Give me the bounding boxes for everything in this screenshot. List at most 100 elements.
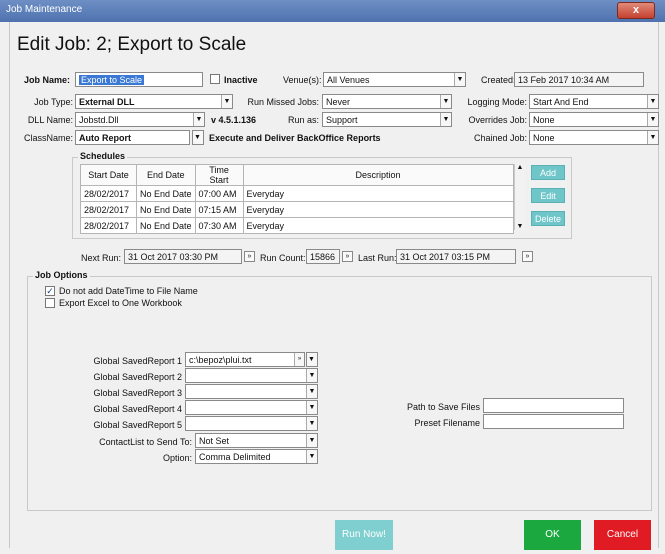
table-row[interactable]: 28/02/2017 No End Date 07:15 AM Everyday — [80, 201, 514, 218]
inactive-checkbox[interactable] — [210, 74, 220, 84]
job-options-title: Job Options — [33, 270, 90, 280]
cancel-button[interactable]: Cancel — [594, 520, 651, 550]
schedules-table: Start Date End Date Time Start Descripti… — [80, 164, 514, 234]
saved-report-1-dropdown[interactable]: ▼ — [306, 352, 318, 367]
run-now-button[interactable]: Run Now! — [335, 520, 393, 550]
logging-mode-value: Start And End — [533, 97, 589, 107]
chevron-down-icon: ▼ — [306, 434, 317, 447]
venues-value: All Venues — [327, 75, 370, 85]
run-count-field: 15866 — [306, 249, 340, 264]
overrides-job-value: None — [533, 115, 555, 125]
edit-schedule-button[interactable]: Edit — [531, 188, 565, 203]
next-run-picker-icon[interactable]: » — [244, 251, 255, 262]
ok-button[interactable]: OK — [524, 520, 581, 550]
no-datetime-checkbox[interactable]: ✓ — [45, 286, 55, 296]
table-row[interactable]: 28/02/2017 No End Date 07:30 AM Everyday — [80, 217, 514, 234]
chained-job-select[interactable]: None ▼ — [529, 130, 659, 145]
saved-report-1-value: c:\bepoz\plui.txt — [189, 355, 252, 365]
logging-mode-select[interactable]: Start And End ▼ — [529, 94, 659, 109]
close-button[interactable]: x — [617, 2, 655, 19]
last-run-field: 31 Oct 2017 03:15 PM — [396, 249, 516, 264]
chevron-down-icon: ▼ — [440, 95, 451, 108]
run-missed-label: Run Missed Jobs: — [247, 97, 319, 107]
next-run-label: Next Run: — [80, 253, 121, 263]
class-name-dropdown[interactable]: ▼ — [192, 130, 204, 145]
dll-name-label: DLL Name: — [27, 115, 73, 125]
chevron-down-icon: ▼ — [454, 73, 465, 86]
chained-job-label: Chained Job: — [473, 133, 527, 143]
job-type-select[interactable]: External DLL ▼ — [75, 94, 233, 109]
scroll-up-icon[interactable]: ▲ — [515, 164, 525, 171]
chevron-down-icon: ▼ — [306, 385, 317, 398]
option-label: Option: — [162, 453, 192, 463]
saved-report-4-label: Global SavedReport 4 — [93, 404, 182, 414]
option-select[interactable]: Comma Delimited ▼ — [195, 449, 318, 464]
run-count-value: 15866 — [310, 252, 336, 262]
saved-report-2-select[interactable]: ▼ — [185, 368, 318, 383]
run-as-label: Run as: — [287, 115, 319, 125]
schedules-title: Schedules — [78, 151, 128, 161]
chevron-down-icon: ▼ — [193, 131, 203, 144]
job-type-label: Job Type: — [34, 97, 73, 107]
page-title: Edit Job: 2; Export to Scale — [17, 34, 247, 55]
run-missed-select[interactable]: Never ▼ — [322, 94, 452, 109]
add-schedule-button[interactable]: Add — [531, 165, 565, 180]
column-header[interactable]: End Date — [136, 164, 196, 186]
delete-schedule-button[interactable]: Delete — [531, 211, 565, 226]
saved-report-4-select[interactable]: ▼ — [185, 400, 318, 415]
chevron-down-icon: ▼ — [647, 95, 658, 108]
table-row[interactable]: 28/02/2017 No End Date 07:00 AM Everyday — [80, 185, 514, 202]
path-to-save-input[interactable] — [483, 398, 624, 413]
export-one-workbook-label: Export Excel to One Workbook — [59, 298, 182, 308]
column-header[interactable]: Start Date — [80, 164, 137, 186]
cell: 07:30 AM — [194, 217, 244, 234]
created-field: 13 Feb 2017 10:34 AM — [514, 72, 644, 87]
column-header[interactable]: Description — [242, 164, 514, 186]
no-datetime-label: Do not add DateTime to File Name — [59, 286, 198, 296]
chevron-down-icon: ▼ — [306, 401, 317, 414]
dll-name-select[interactable]: Jobstd.Dll ▼ — [75, 112, 205, 127]
job-name-input[interactable]: Export to Scale — [75, 72, 203, 87]
export-one-workbook-checkbox[interactable] — [45, 298, 55, 308]
cell: 07:15 AM — [194, 201, 244, 218]
saved-report-1-input[interactable]: c:\bepoz\plui.txt » — [185, 352, 305, 367]
next-run-field: 31 Oct 2017 03:30 PM — [124, 249, 242, 264]
saved-report-2-label: Global SavedReport 2 — [93, 372, 182, 382]
option-value: Comma Delimited — [199, 452, 271, 462]
saved-report-3-select[interactable]: ▼ — [185, 384, 318, 399]
path-to-save-label: Path to Save Files — [406, 402, 480, 412]
venues-select[interactable]: All Venues ▼ — [323, 72, 466, 87]
browse-icon[interactable]: » — [294, 353, 304, 366]
class-name-label: ClassName: — [23, 133, 73, 143]
chevron-down-icon: ▼ — [221, 95, 232, 108]
cell: No End Date — [136, 217, 196, 234]
cell: 28/02/2017 — [80, 185, 137, 202]
saved-report-5-select[interactable]: ▼ — [185, 416, 318, 431]
chevron-down-icon: ▼ — [306, 450, 317, 463]
cell: No End Date — [136, 185, 196, 202]
class-name-select[interactable]: Auto Report — [75, 130, 190, 145]
overrides-job-select[interactable]: None ▼ — [529, 112, 659, 127]
contact-list-select[interactable]: Not Set ▼ — [195, 433, 318, 448]
last-run-label: Last Run: — [358, 253, 397, 263]
contact-list-value: Not Set — [199, 436, 230, 446]
dll-name-value: Jobstd.Dll — [79, 115, 119, 125]
next-run-value: 31 Oct 2017 03:30 PM — [128, 252, 219, 262]
contact-list-label: ContactList to Send To: — [99, 437, 192, 447]
class-name-value: Auto Report — [79, 133, 131, 143]
schedules-table-wrap: Start Date End Date Time Start Descripti… — [80, 164, 514, 234]
run-as-select[interactable]: Support ▼ — [322, 112, 452, 127]
check-icon: ✓ — [46, 286, 54, 296]
column-header[interactable]: Time Start — [194, 164, 244, 186]
run-count-reset-icon[interactable]: » — [342, 251, 353, 262]
scroll-down-icon[interactable]: ▼ — [515, 223, 525, 230]
schedules-scrollbar[interactable]: ▲ ▼ — [514, 164, 525, 230]
chained-job-value: None — [533, 133, 555, 143]
dll-version: v 4.5.1.136 — [211, 115, 257, 125]
job-type-value: External DLL — [79, 97, 135, 107]
preset-filename-label: Preset Filename — [414, 418, 480, 428]
preset-filename-input[interactable] — [483, 414, 624, 429]
last-run-picker-icon[interactable]: » — [522, 251, 533, 262]
chevron-down-icon: ▼ — [307, 353, 317, 366]
window-title: Job Maintenance — [6, 4, 83, 15]
